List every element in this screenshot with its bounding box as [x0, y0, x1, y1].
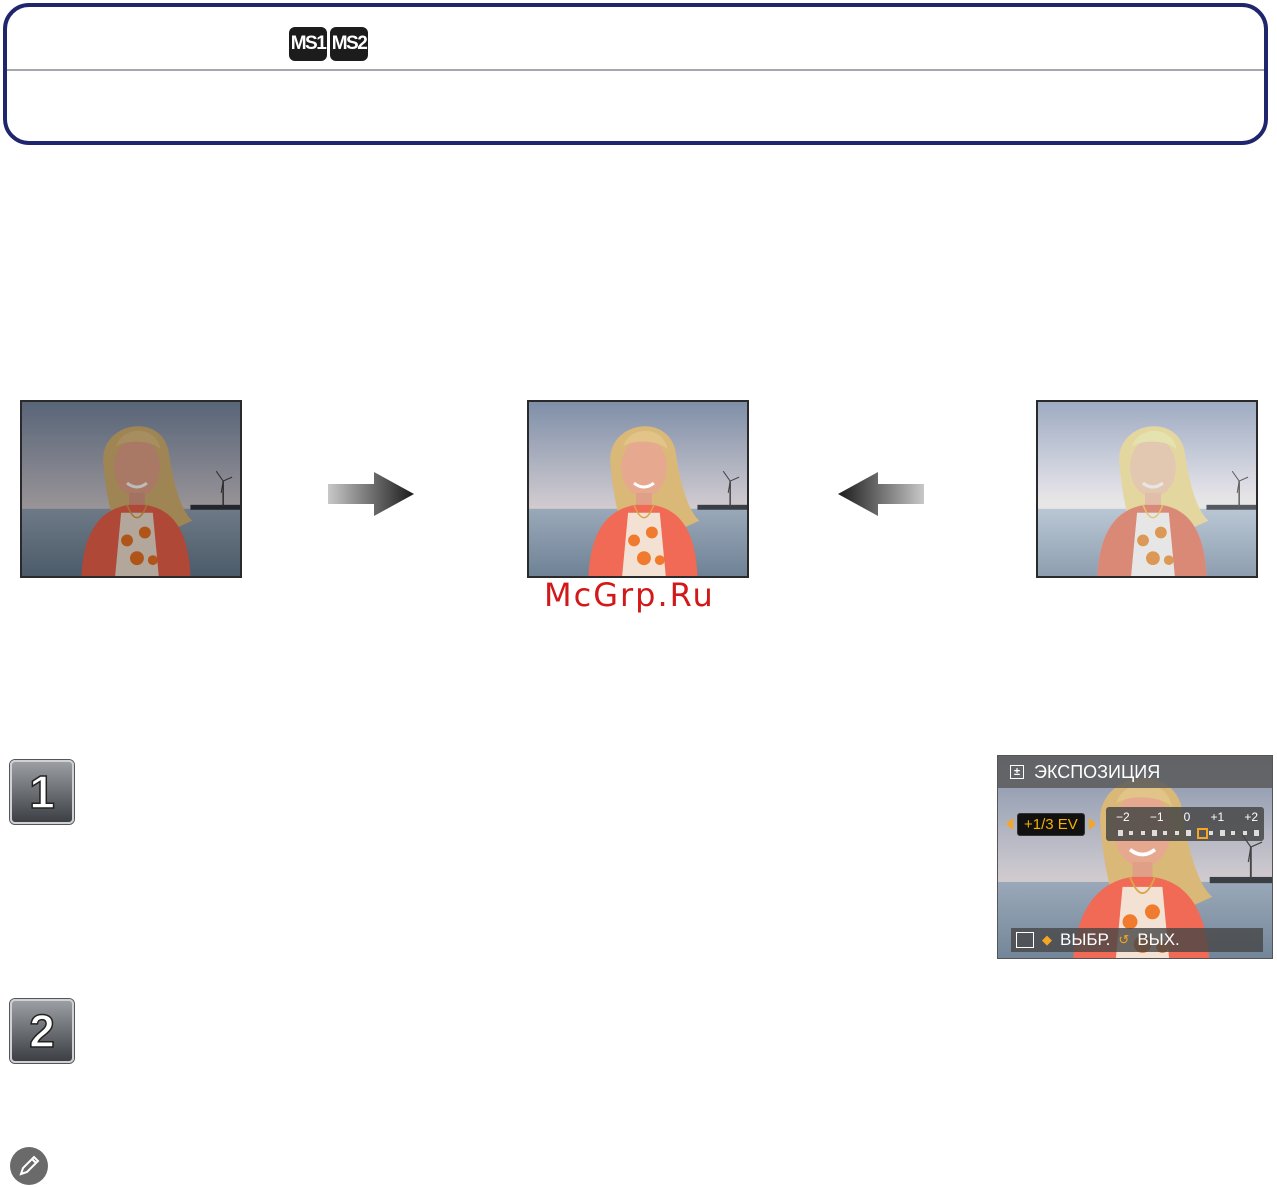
ev-tick — [1231, 831, 1236, 835]
photo-correct-exposure — [527, 400, 749, 578]
screen-bottom-bar: ◆ ВЫБР. ↺ ВЫХ. — [1011, 928, 1263, 952]
ev-tick-selected — [1197, 828, 1209, 839]
ev-value: +1/3 EV — [1017, 812, 1085, 836]
ev-label-plus-1: +1 — [1210, 810, 1225, 824]
ev-scale-labels: −2 −1 0 +1 +2 — [1116, 810, 1258, 824]
ev-label-plus-2: +2 — [1244, 810, 1258, 824]
note-pencil-icon — [10, 1147, 48, 1185]
camera-screen: ± ЭКСПОЗИЦИЯ +1/3 EV −2 −1 0 +1 +2 ◆ ВЫБ… — [997, 755, 1273, 959]
ev-tick — [1152, 830, 1157, 836]
mode-badge-ms2: MS2 — [330, 27, 368, 61]
nav-cross-icon: ◆ — [1042, 932, 1052, 947]
select-label: ВЫБР. — [1060, 930, 1111, 949]
ev-tick — [1242, 831, 1247, 835]
mode-badges: MS1 MS2 — [289, 27, 368, 61]
step-2-badge: 2 — [10, 999, 74, 1063]
exit-label: ВЫХ. — [1137, 930, 1180, 949]
ev-tick — [1220, 830, 1225, 836]
ev-tick — [1254, 830, 1259, 836]
mode-badge-ms1: MS1 — [289, 27, 327, 61]
ev-selector: +1/3 EV — [1006, 812, 1096, 836]
photo-overexposed — [1036, 400, 1258, 578]
ev-tick — [1174, 831, 1179, 835]
menu-icon — [1016, 932, 1034, 948]
screen-title: ЭКСПОЗИЦИЯ — [1034, 761, 1161, 782]
ev-tick — [1129, 831, 1134, 835]
ev-tick — [1186, 830, 1191, 836]
ev-left-arrow-icon — [1006, 818, 1013, 830]
screen-title-bar: ± ЭКСПОЗИЦИЯ — [998, 756, 1272, 788]
ev-tick — [1140, 831, 1145, 835]
arrow-left-icon — [838, 472, 924, 516]
ev-tick — [1208, 831, 1213, 835]
ev-label-minus-2: −2 — [1116, 810, 1130, 824]
ev-label-0: 0 — [1183, 810, 1191, 824]
header-box: MS1 MS2 — [3, 3, 1268, 145]
header-divider — [7, 69, 1264, 71]
photo-underexposed — [20, 400, 242, 578]
exit-dial-icon: ↺ — [1118, 932, 1130, 947]
exposure-icon: ± — [1010, 765, 1024, 779]
ev-tick — [1163, 831, 1168, 835]
ev-right-arrow-icon — [1088, 818, 1096, 830]
step-1-badge: 1 — [10, 760, 74, 824]
ev-scale: −2 −1 0 +1 +2 — [1106, 807, 1264, 841]
watermark: McGrp.Ru — [544, 576, 715, 614]
ev-ticks — [1118, 828, 1259, 839]
ev-label-minus-1: −1 — [1149, 810, 1164, 824]
ev-tick — [1118, 830, 1123, 836]
arrow-right-icon — [328, 472, 414, 516]
